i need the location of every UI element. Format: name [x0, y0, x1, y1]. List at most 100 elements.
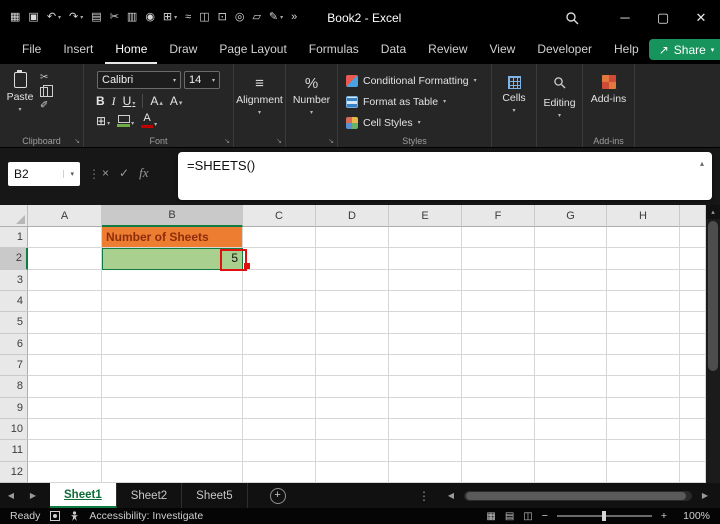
page-layout-view-icon[interactable]: ▤ [505, 511, 514, 522]
font-dialog-launcher-icon[interactable]: ↘ [224, 137, 230, 145]
alignment-group-button[interactable]: ≡ Alignment ▾ ↘ [234, 64, 286, 147]
select-all-corner[interactable] [0, 205, 28, 227]
cell-c12[interactable] [243, 461, 316, 483]
tab-file[interactable]: File [12, 35, 51, 64]
zoom-level[interactable]: 100% [676, 510, 710, 522]
cell-fill4[interactable] [680, 290, 706, 313]
column-header-d[interactable]: D [316, 205, 389, 227]
save-icon[interactable]: ▣ [24, 10, 42, 25]
cell-a11[interactable] [28, 440, 102, 462]
font-size-combobox[interactable]: 14 ▾ [184, 71, 220, 89]
cell-g8[interactable] [535, 376, 607, 398]
formula-input[interactable]: =SHEETS() ▴ [178, 152, 712, 200]
cell-g5[interactable] [535, 312, 607, 334]
horizontal-scrollbar-track[interactable] [464, 490, 692, 501]
tab-draw[interactable]: Draw [159, 35, 207, 64]
tab-view[interactable]: View [480, 35, 526, 64]
column-header-h[interactable]: H [607, 205, 680, 227]
cell-g2[interactable] [535, 248, 607, 270]
row-header-7[interactable]: 7 [0, 354, 28, 377]
cell-a3[interactable] [28, 269, 102, 291]
cell-e11[interactable] [389, 440, 462, 462]
cell-a9[interactable] [28, 397, 102, 419]
cell-e8[interactable] [389, 376, 462, 398]
normal-view-icon[interactable]: ▦ [486, 511, 495, 522]
chart-icon[interactable]: ▥ [123, 10, 141, 25]
row-header-6[interactable]: 6 [0, 333, 28, 355]
cell-f4[interactable] [462, 290, 535, 313]
cell-b5[interactable] [102, 312, 243, 334]
column-header-a[interactable]: A [28, 205, 102, 227]
zoom-out-icon[interactable]: − [542, 510, 548, 522]
cell-f2[interactable] [462, 248, 535, 270]
cell-h4[interactable] [607, 290, 680, 313]
view-icon[interactable]: ◉ [141, 10, 159, 25]
cell-d10[interactable] [316, 418, 389, 441]
cell-a2[interactable] [28, 248, 102, 270]
row-header-1[interactable]: 1 [0, 227, 28, 249]
draw-icon[interactable]: ≈ [181, 10, 195, 25]
conditional-formatting-button[interactable]: Conditional Formatting ▾ [346, 70, 477, 91]
cell-g9[interactable] [535, 397, 607, 419]
cell-g6[interactable] [535, 333, 607, 355]
vertical-scrollbar[interactable]: ▴ [706, 205, 720, 483]
cell-d9[interactable] [316, 397, 389, 419]
cell-fill11[interactable] [680, 440, 706, 462]
cell-g1[interactable] [535, 227, 607, 249]
undo-icon[interactable]: ↶ ▾ [43, 10, 65, 25]
cell-c11[interactable] [243, 440, 316, 462]
format-painter-icon[interactable]: ✐ [40, 101, 48, 111]
cell-d4[interactable] [316, 290, 389, 313]
cell-d6[interactable] [316, 333, 389, 355]
cancel-icon[interactable]: × [102, 166, 109, 180]
row-header-4[interactable]: 4 [0, 290, 28, 313]
cell-e2[interactable] [389, 248, 462, 270]
tab-formulas[interactable]: Formulas [299, 35, 369, 64]
cell-d2[interactable] [316, 248, 389, 270]
paste-button[interactable]: Paste ▾ [0, 64, 40, 113]
cell-fill5[interactable] [680, 312, 706, 334]
cell-e3[interactable] [389, 269, 462, 291]
cut-icon[interactable]: ✂ [40, 73, 48, 83]
cell-b8[interactable] [102, 376, 243, 398]
zoom-slider[interactable] [556, 511, 652, 521]
cell-a12[interactable] [28, 461, 102, 483]
cell-fill3[interactable] [680, 269, 706, 291]
cell-d11[interactable] [316, 440, 389, 462]
cell-b10[interactable] [102, 418, 243, 441]
horizontal-scrollbar-thumb[interactable] [466, 491, 686, 500]
cell-f10[interactable] [462, 418, 535, 441]
cell-a6[interactable] [28, 333, 102, 355]
row-header-8[interactable]: 8 [0, 376, 28, 398]
cell-f7[interactable] [462, 354, 535, 377]
cell-h8[interactable] [607, 376, 680, 398]
scroll-right-icon[interactable]: ▶ [694, 491, 716, 500]
cell-e10[interactable] [389, 418, 462, 441]
table-icon[interactable]: ⊞ ▾ [159, 10, 181, 25]
sheet-nav-left-icon[interactable]: ◀ [0, 483, 22, 508]
camera-icon[interactable]: ◎ [231, 10, 249, 25]
copy-icon[interactable] [40, 85, 53, 97]
bold-button[interactable]: B [96, 95, 105, 107]
cell-d7[interactable] [316, 354, 389, 377]
cell-e5[interactable] [389, 312, 462, 334]
enter-icon[interactable]: ✓ [119, 166, 129, 180]
number-dialog-launcher-icon[interactable]: ↘ [328, 137, 334, 145]
new-file-icon[interactable]: ▱ [248, 10, 264, 25]
document-icon[interactable]: ◫ [195, 10, 213, 25]
tab-developer[interactable]: Developer [527, 35, 602, 64]
cell-fill6[interactable] [680, 333, 706, 355]
number-group-button[interactable]: % Number ▾ ↘ [286, 64, 338, 147]
addins-button-label[interactable]: Add-ins [591, 93, 627, 105]
cell-f11[interactable] [462, 440, 535, 462]
tab-page-layout[interactable]: Page Layout [209, 35, 296, 64]
cell-h9[interactable] [607, 397, 680, 419]
cell-a5[interactable] [28, 312, 102, 334]
cell-h10[interactable] [607, 418, 680, 441]
italic-button[interactable]: I [112, 95, 116, 107]
accessibility-icon[interactable] [70, 510, 79, 522]
ribbon-options-icon[interactable]: ▦ [6, 10, 24, 25]
sheet-nav-right-icon[interactable]: ▶ [22, 483, 44, 508]
cell-a10[interactable] [28, 418, 102, 441]
decrease-font-size-button[interactable]: A ▾ [170, 95, 183, 107]
